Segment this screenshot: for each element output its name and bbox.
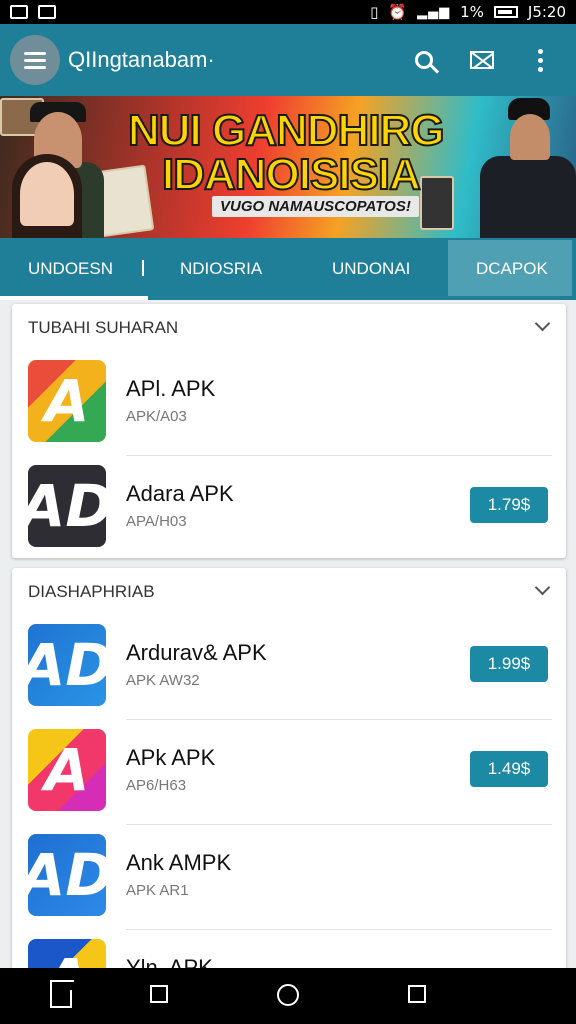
- menu-button[interactable]: [10, 35, 60, 85]
- chevron-down-icon[interactable]: [534, 315, 551, 332]
- list-item[interactable]: AD Ank AMPK APK AR1: [12, 824, 566, 929]
- banner-person-face: [20, 162, 74, 226]
- active-tab-indicator: [0, 296, 148, 300]
- vibrate-icon: ▯: [370, 3, 379, 21]
- signal-icon: ▂▄▆: [417, 4, 451, 20]
- price-button[interactable]: 1.79$: [470, 487, 548, 523]
- chevron-down-icon[interactable]: [534, 579, 551, 596]
- mail-icon: [470, 51, 494, 69]
- clock: J5:20: [527, 3, 566, 21]
- search-icon: [415, 51, 433, 69]
- app-subtitle: APK/A03: [126, 408, 187, 425]
- banner-person-face: [510, 114, 550, 160]
- home-icon[interactable]: [50, 990, 72, 1008]
- app-icon: A: [28, 729, 106, 811]
- app-name: Ank AMPK: [126, 850, 232, 875]
- more-vert-icon: [537, 48, 543, 72]
- battery-percent: 1%: [460, 3, 484, 21]
- tab-undoesn[interactable]: UNDOESN: [28, 238, 113, 300]
- app-icon: AD: [28, 624, 106, 706]
- recents-icon[interactable]: [408, 985, 426, 1003]
- tab-bar: UNDOESN NDIOSRIA UNDONAI DCAPOK: [0, 238, 576, 300]
- app-title: QIIngtanabam·: [68, 47, 215, 72]
- app-bar: QIIngtanabam·: [0, 24, 576, 96]
- app-group: TUBAHI SUHARAN A APl. APK APK/A03 AD Ada…: [12, 304, 566, 558]
- message-icon: [38, 5, 56, 19]
- app-icon: AD: [28, 465, 106, 547]
- list-item[interactable]: A APk APK AP6/H63 1.49$: [12, 719, 566, 824]
- list-item[interactable]: AD Ardurav& APK APK AW32 1.99$: [12, 614, 566, 719]
- app-subtitle: APK AW32: [126, 672, 200, 689]
- app-icon: AD: [28, 834, 106, 916]
- battery-icon: [493, 6, 518, 18]
- list-item[interactable]: A APl. APK APK/A03: [12, 350, 566, 455]
- group-header[interactable]: TUBAHI SUHARAN: [12, 304, 566, 350]
- banner-title-line2: IDANOISISIA: [161, 149, 422, 200]
- circle-home-icon[interactable]: [277, 984, 299, 1006]
- gallery-icon: [10, 5, 28, 19]
- mail-button[interactable]: [460, 38, 504, 82]
- group-header[interactable]: DIASHAPHRIAB: [12, 568, 566, 614]
- app-name: APk APK: [126, 745, 216, 770]
- menu-icon: [24, 51, 46, 55]
- banner-title-line1: NUI GANDHIRG: [127, 105, 446, 156]
- navigation-bar: [0, 968, 576, 1024]
- back-icon[interactable]: [150, 985, 168, 1003]
- tab-dcapok[interactable]: DCAPOK: [476, 238, 548, 300]
- app-subtitle: APK AR1: [126, 882, 189, 899]
- price-button[interactable]: 1.99$: [470, 646, 548, 682]
- group-title: TUBAHI SUHARAN: [28, 318, 179, 337]
- more-options-button[interactable]: [518, 38, 562, 82]
- tab-separator: [142, 260, 144, 276]
- tab-undonai[interactable]: UNDONAI: [332, 238, 410, 300]
- promo-banner[interactable]: NUI GANDHIRG IDANOISISIA VUGO NAMAUSCOPA…: [0, 96, 576, 238]
- status-bar: ▯ ⏰ ▂▄▆ 1% J5:20: [0, 0, 576, 24]
- app-subtitle: AP6/H63: [126, 777, 187, 794]
- alarm-icon: ⏰: [388, 3, 408, 21]
- app-icon: A: [28, 360, 106, 442]
- tab-ndiosria[interactable]: NDIOSRIA: [180, 238, 262, 300]
- app-name: Ardurav& APK: [126, 640, 267, 665]
- banner-person-body: [480, 156, 576, 238]
- app-name: Adara APK: [126, 481, 234, 506]
- search-button[interactable]: [402, 38, 446, 82]
- app-name: APl. APK: [126, 376, 216, 401]
- banner-subtitle: VUGO NAMAUSCOPATOS!: [212, 196, 419, 217]
- price-button[interactable]: 1.49$: [470, 751, 548, 787]
- group-title: DIASHAPHRIAB: [28, 582, 155, 601]
- app-group: DIASHAPHRIAB AD Ardurav& APK APK AW32 1.…: [12, 568, 566, 989]
- app-subtitle: APA/H03: [126, 513, 187, 530]
- list-item[interactable]: AD Adara APK APA/H03 1.79$: [12, 455, 566, 560]
- banner-phone-image: [420, 176, 454, 230]
